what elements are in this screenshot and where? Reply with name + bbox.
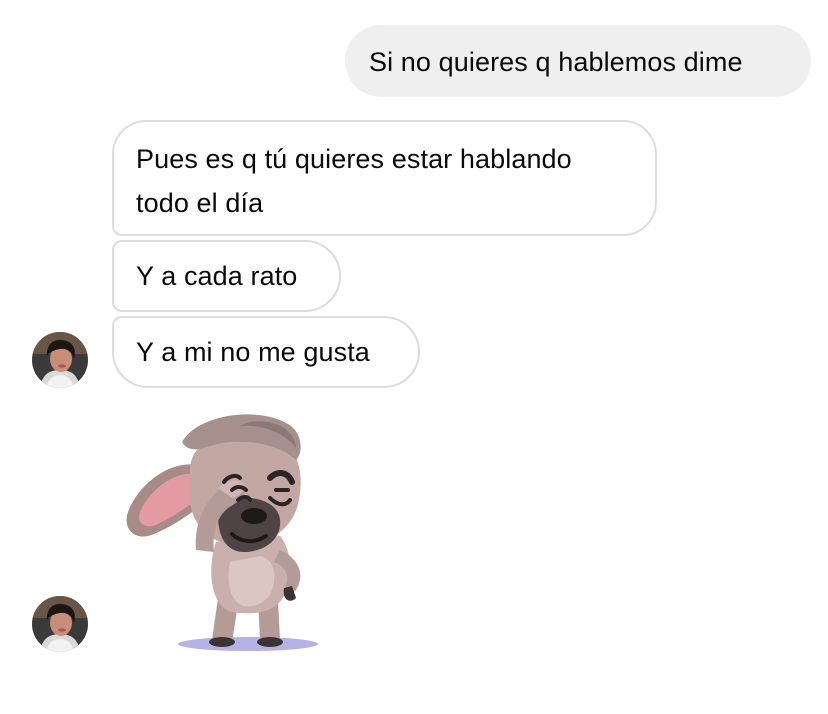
- incoming-message-bubble[interactable]: Pues es q tú quieres estar hablando todo…: [112, 120, 657, 236]
- message-text-line: Pues es q tú quieres estar hablando: [136, 144, 572, 174]
- sender-avatar[interactable]: [32, 596, 88, 652]
- message-text: Y a cada rato: [136, 261, 298, 291]
- facepalm-bulldog-icon: [126, 414, 318, 651]
- avatar-photo: [32, 596, 88, 652]
- incoming-message-bubble[interactable]: Y a cada rato: [112, 240, 341, 312]
- facepalm-bulldog-sticker[interactable]: [120, 412, 330, 657]
- message-text-line: todo el día: [136, 188, 264, 218]
- message-text: Si no quieres q hablemos dime: [369, 47, 743, 77]
- avatar-photo: [32, 332, 88, 388]
- outgoing-message-bubble[interactable]: Si no quieres q hablemos dime: [345, 25, 811, 97]
- sender-avatar[interactable]: [32, 332, 88, 388]
- incoming-message-bubble[interactable]: Y a mi no me gusta: [112, 316, 420, 388]
- message-text: Y a mi no me gusta: [136, 337, 370, 367]
